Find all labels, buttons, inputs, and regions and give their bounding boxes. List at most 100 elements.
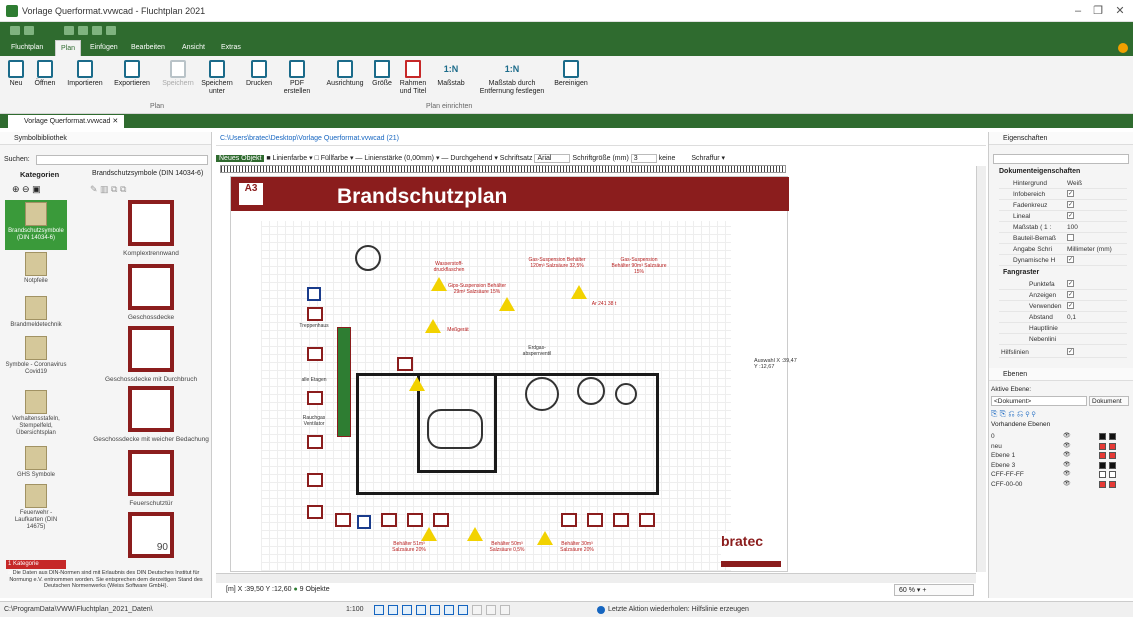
category-item[interactable]: Feuerwehr - Laufkarten (DIN 14675) bbox=[5, 484, 67, 531]
last-action[interactable]: Letzte Aktion wiederholen: Hilfslinie er… bbox=[608, 602, 749, 618]
visibility-icon[interactable]: 👁 bbox=[1063, 480, 1071, 489]
restore-icon[interactable]: ❐ bbox=[1090, 3, 1106, 19]
font-size-input[interactable]: 3 bbox=[630, 154, 657, 163]
symbol-tools-icons[interactable]: ✎ ▥ ⧉ ⧉ bbox=[90, 184, 126, 195]
symbol-item[interactable]: Komplextrennwand bbox=[90, 200, 212, 257]
tab-plan[interactable]: Plan bbox=[55, 40, 82, 56]
layer-color-swatch[interactable] bbox=[1109, 480, 1116, 488]
line-tool-icon[interactable] bbox=[430, 605, 440, 615]
scale-distance-button[interactable]: 1:N Maßstab durch Entfernung festlegen bbox=[474, 60, 550, 96]
frame-title-button[interactable]: Rahmen und Titel bbox=[398, 60, 428, 96]
category-item[interactable]: Verhaltensstafeln, Stempelfeld, Übersich… bbox=[5, 390, 67, 437]
scale-button[interactable]: 1:N Maßstab bbox=[434, 60, 468, 88]
category-item[interactable]: Brandmeldetechnik bbox=[5, 296, 67, 329]
tab-extras[interactable]: Extras bbox=[216, 40, 246, 56]
prop-row[interactable]: Maßstab ( 1 :100 bbox=[999, 223, 1127, 233]
undo-icon[interactable] bbox=[64, 26, 74, 35]
search-input[interactable] bbox=[36, 155, 208, 165]
prop-row[interactable]: Hauptlinie bbox=[999, 324, 1127, 334]
vertical-scrollbar[interactable] bbox=[976, 166, 986, 572]
fill-color-dropdown[interactable]: Füllfarbe bbox=[321, 155, 348, 162]
layer-row[interactable]: Ebene 3 👁 bbox=[991, 461, 1129, 470]
category-item[interactable]: Symbole - Coronavirus Covid19 bbox=[5, 336, 67, 376]
layer-color-swatch[interactable] bbox=[1109, 433, 1116, 440]
select-tool-icon[interactable] bbox=[374, 605, 384, 615]
plan-sheet[interactable]: A3 Brandschutzplan Wasserstoff-druckflas… bbox=[230, 176, 789, 572]
target-tool-icon[interactable] bbox=[458, 605, 468, 615]
cleanup-button[interactable]: Bereinigen bbox=[552, 60, 590, 88]
layer-fill-swatch[interactable] bbox=[1099, 480, 1106, 488]
node-tool-icon[interactable] bbox=[444, 605, 454, 615]
prop-row[interactable]: Hintergrund Weiß bbox=[999, 179, 1127, 189]
close-tab-icon[interactable]: ✕ bbox=[112, 118, 118, 125]
print-quick-icon[interactable] bbox=[92, 26, 102, 35]
layer-row[interactable]: 0 👁 bbox=[991, 432, 1129, 441]
line-color-dropdown[interactable]: Linienfarbe bbox=[273, 155, 308, 162]
snap-tool-icon[interactable] bbox=[402, 605, 412, 615]
print-button[interactable]: Drucken bbox=[242, 60, 276, 88]
layer-fill-swatch[interactable] bbox=[1099, 461, 1106, 469]
save-as-button[interactable]: Speichern unter bbox=[200, 60, 234, 96]
visibility-icon[interactable]: 👁 bbox=[1063, 470, 1071, 479]
open-quick-icon[interactable] bbox=[24, 26, 34, 35]
layer-color-swatch[interactable] bbox=[1109, 471, 1116, 478]
properties-filter-input[interactable] bbox=[993, 154, 1129, 164]
symbol-item[interactable]: Geschossdecke mit weicher Bedachung bbox=[90, 386, 212, 443]
layer-color-swatch[interactable] bbox=[1109, 461, 1116, 469]
new-object-button[interactable]: Neues Objekt bbox=[216, 155, 265, 162]
repeat-action-icon[interactable] bbox=[597, 606, 605, 614]
line-style-dropdown[interactable]: Durchgehend bbox=[450, 155, 492, 162]
minimize-icon[interactable]: – bbox=[1070, 3, 1086, 19]
visibility-icon[interactable]: 👁 bbox=[1063, 461, 1071, 470]
layer-fill-swatch[interactable] bbox=[1099, 471, 1106, 478]
layer-color-swatch[interactable] bbox=[1109, 452, 1116, 459]
symbol-item[interactable]: Geschossdecke mit Durchbruch bbox=[90, 326, 212, 383]
circle-tool-icon[interactable] bbox=[416, 605, 426, 615]
font-select[interactable]: Arial bbox=[534, 154, 571, 163]
layer-fill-swatch[interactable] bbox=[1099, 442, 1106, 450]
add-category-icon[interactable]: ⊕ ⊖ ▣ bbox=[12, 184, 41, 195]
category-hidden-note[interactable]: 1 Kategorie ausgeblen... bbox=[6, 560, 66, 576]
prop-row[interactable]: Nebenlini bbox=[999, 335, 1127, 345]
prop-row[interactable]: Angabe Schri Millimeter (mm) bbox=[999, 245, 1127, 255]
prop-row[interactable]: Infobereich ✓ bbox=[999, 190, 1127, 200]
tab-einfuegen[interactable]: Einfügen bbox=[85, 40, 123, 56]
layer-row[interactable]: CFF-FF-FF 👁 bbox=[991, 470, 1129, 479]
layer-tools-icons[interactable]: ⎘ ⎘ ⎌ ⎌ ⚲ ⚲ bbox=[991, 409, 1036, 419]
symbol-item[interactable]: Feuerschutztür bbox=[90, 450, 212, 507]
layer-fill-swatch[interactable] bbox=[1099, 433, 1106, 440]
grid-tool-icon[interactable] bbox=[388, 605, 398, 615]
size-button[interactable]: Größe bbox=[370, 60, 394, 88]
symbol-item[interactable]: Geschossdecke bbox=[90, 264, 212, 321]
prop-row[interactable]: Anzeigen ✓ bbox=[999, 291, 1127, 301]
category-item[interactable]: Notpfeile bbox=[5, 252, 67, 285]
open-button[interactable]: Öffnen bbox=[32, 60, 58, 88]
save-quick-icon[interactable] bbox=[10, 26, 20, 35]
new-button[interactable]: Neu bbox=[6, 60, 26, 88]
document-tab[interactable]: Vorlage Querformat.vvwcad ✕ bbox=[8, 115, 125, 128]
hatch-dropdown[interactable]: Schraffur bbox=[691, 155, 719, 162]
pdf-button[interactable]: PDF erstellen bbox=[282, 60, 312, 96]
tab-fluchtplan[interactable]: Fluchtplan bbox=[6, 40, 48, 56]
orientation-button[interactable]: Ausrichtung bbox=[324, 60, 366, 88]
visibility-icon[interactable]: 👁 bbox=[1063, 442, 1071, 451]
symbol-item[interactable]: 90 bbox=[90, 512, 212, 562]
help-icon[interactable] bbox=[1118, 43, 1128, 53]
visibility-icon[interactable]: 👁 bbox=[1063, 432, 1071, 441]
prop-row[interactable]: Abstand 0,1 bbox=[999, 313, 1127, 323]
horizontal-scrollbar[interactable] bbox=[216, 573, 976, 583]
import-button[interactable]: Importieren bbox=[64, 60, 106, 88]
layer-fill-swatch[interactable] bbox=[1099, 452, 1106, 459]
prop-row[interactable]: Lineal ✓ bbox=[999, 212, 1127, 222]
save-button[interactable]: Speichern bbox=[160, 60, 196, 88]
prop-row[interactable]: Punktefa ✓ bbox=[999, 280, 1127, 290]
export-button[interactable]: Exportieren bbox=[110, 60, 154, 88]
redo-icon[interactable] bbox=[78, 26, 88, 35]
layer-row[interactable]: neu 👁 bbox=[991, 442, 1129, 451]
prop-row[interactable]: Verwenden ✓ bbox=[999, 302, 1127, 312]
line-width-dropdown[interactable]: Linienstärke (0,00mm) bbox=[364, 155, 434, 162]
layer-color-swatch[interactable] bbox=[1109, 442, 1116, 450]
hatch-none[interactable]: keine bbox=[659, 155, 676, 162]
visibility-icon[interactable]: 👁 bbox=[1063, 451, 1071, 460]
close-icon[interactable]: ✕ bbox=[1112, 3, 1128, 19]
